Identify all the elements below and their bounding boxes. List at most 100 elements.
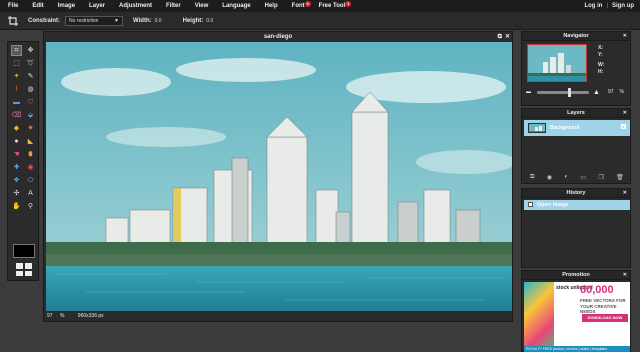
burn-tool-icon[interactable]: ⬮ (25, 149, 36, 160)
close-icon[interactable]: ✕ (505, 34, 510, 40)
login-link[interactable]: Log in (584, 3, 602, 9)
menu-free-tool[interactable]: Free Tool 1 (312, 1, 353, 9)
zoom-value[interactable]: 97 (47, 313, 53, 319)
colorpicker-tool-icon[interactable]: ◍ (25, 84, 36, 95)
marquee-tool-icon[interactable]: ⬚ (11, 58, 22, 69)
spot-heal-tool-icon[interactable]: ❖ (11, 175, 22, 186)
sharpen-tool-icon[interactable]: ◣ (25, 136, 36, 147)
promotion-title: Promotion ✕ (522, 271, 630, 280)
constraint-select[interactable]: No restriction ▼ (65, 15, 123, 26)
zoom-out-icon[interactable]: ▬ (526, 89, 531, 95)
redeye-tool-icon[interactable]: ◉ (25, 162, 36, 173)
text-tool-icon[interactable]: A (25, 188, 36, 199)
layers-title: Layers ✕ (522, 109, 630, 118)
crop-tool-icon (8, 15, 18, 26)
stamp-tool-icon[interactable]: ⛉ (25, 97, 36, 108)
new-layer-icon[interactable]: ❐ (598, 174, 603, 181)
navigator-preview-image (528, 45, 586, 81)
height-label: Height: (182, 17, 204, 24)
zoom-slider-knob[interactable] (568, 87, 572, 97)
replace-tool-icon[interactable]: ◆ (11, 123, 22, 134)
blur-tool-icon[interactable]: ● (11, 136, 22, 147)
navigator-coords: X: Y: W: H: (598, 45, 604, 76)
pencil-tool-icon[interactable]: ✎ (25, 71, 36, 82)
account-links: Log in | Sign up (584, 0, 634, 12)
image-canvas[interactable] (46, 42, 512, 313)
maximize-icon[interactable]: ⧉ (498, 34, 502, 40)
zoom-unit: % (59, 313, 65, 319)
mask-icon[interactable]: ◐ (564, 174, 568, 180)
close-icon[interactable]: ✕ (623, 109, 627, 118)
pinch-tool-icon[interactable]: ✣ (11, 188, 22, 199)
menu-language[interactable]: Language (215, 3, 257, 9)
toolbox: ⌗ ✥ ⬚ ➰ ✦ ✎ ⌇ ◍ ▬ ⛉ ⌫ ⬙ ◆ ✷ ● ◣ ☚ ⬮ ✚ ◉ … (7, 41, 39, 281)
wand-tool-icon[interactable]: ✦ (11, 71, 22, 82)
gradient-tool-icon[interactable]: ▬ (11, 97, 22, 108)
menu-edit[interactable]: Edit (25, 3, 50, 9)
crop-tool-icon[interactable]: ⌗ (11, 45, 22, 56)
layer-visibility-checkbox[interactable]: ✓ (621, 124, 626, 129)
menu-view-label: View (194, 3, 209, 9)
navigator-zoom-unit: % (619, 89, 624, 95)
zoom-slider[interactable] (537, 87, 589, 97)
menu-free-tool-badge: 1 (345, 1, 352, 7)
hand-tool-icon[interactable]: ✋ (11, 201, 22, 212)
history-item-label: Open image (537, 202, 569, 208)
menu-image-label: Image (57, 3, 76, 9)
link-layer-icon[interactable]: ⧉ (530, 174, 534, 181)
eraser-tool-icon[interactable]: ⌫ (11, 110, 22, 121)
zoom-in-icon[interactable]: ▲ (593, 89, 600, 96)
menu-font-badge: 4 (304, 1, 311, 7)
history-title-text: History (566, 190, 586, 196)
menu-adjustment-label: Adjustment (119, 3, 153, 9)
history-item[interactable]: Open image (524, 200, 630, 210)
width-input[interactable]: 0.0 (155, 18, 179, 24)
brush-tool-icon[interactable]: ⌇ (11, 84, 22, 95)
height-input[interactable]: 0.0 (206, 18, 230, 24)
promotion-ad[interactable]: stock unlimited 60,000 FREE VECTORS FOR … (524, 282, 630, 352)
layer-row[interactable]: Background ✓ (524, 120, 630, 136)
dodge-tool-icon[interactable]: ✚ (11, 162, 22, 173)
view-mode-icon[interactable] (16, 263, 32, 276)
close-icon[interactable]: ✕ (623, 32, 627, 41)
menu-filter[interactable]: Filter (159, 3, 188, 9)
menu-filter-label: Filter (166, 3, 181, 9)
ad-artwork (524, 282, 554, 352)
menu-file[interactable]: File (0, 3, 25, 9)
navigator-zoom-value[interactable]: 97 (608, 89, 614, 95)
layer-effects-icon[interactable]: ◉ (547, 174, 552, 181)
layer-preview-image (529, 124, 545, 132)
document-status-bar: 97 % 960x336 px (44, 311, 512, 321)
close-icon[interactable]: ✕ (623, 271, 627, 280)
h-label: H: (598, 69, 604, 75)
promotion-title-text: Promotion (562, 272, 590, 278)
menu-layer[interactable]: Layer (82, 3, 112, 9)
signup-link[interactable]: Sign up (612, 3, 634, 9)
foreground-color-swatch[interactable] (13, 244, 35, 258)
image-dimensions: 960x336 px (77, 313, 104, 319)
ad-download-button[interactable]: DOWNLOAD NOW (582, 314, 628, 322)
y-label: Y: (598, 52, 603, 58)
menu-font[interactable]: Font 4 (285, 1, 312, 9)
menu-image[interactable]: Image (51, 3, 82, 9)
menu-help-label: Help (264, 3, 278, 9)
bloat-tool-icon[interactable]: ⬭ (25, 175, 36, 186)
smudge-tool-icon[interactable]: ☚ (11, 149, 22, 160)
menu-help[interactable]: Help (258, 3, 285, 9)
trash-icon[interactable]: 🗑 (616, 174, 624, 181)
lasso-tool-icon[interactable]: ➰ (25, 58, 36, 69)
bucket-tool-icon[interactable]: ⬙ (25, 110, 36, 121)
menu-adjustment[interactable]: Adjustment (112, 3, 159, 9)
menu-layer-label: Layer (89, 3, 106, 9)
zoom-tool-icon[interactable]: ⚲ (25, 201, 36, 212)
close-icon[interactable]: ✕ (623, 189, 627, 198)
document-controls: ⧉ ✕ (498, 34, 510, 40)
open-image-icon (528, 202, 533, 208)
navigator-thumbnail[interactable] (527, 44, 587, 82)
sponge-tool-icon[interactable]: ✷ (25, 123, 36, 134)
menu-view[interactable]: View (188, 3, 216, 9)
menu-edit-label: Edit (32, 3, 44, 9)
new-folder-icon[interactable]: ▭ (580, 174, 586, 181)
move-tool-icon[interactable]: ✥ (25, 45, 36, 56)
menu-bar: File Edit Image Layer Adjustment Filter … (0, 0, 640, 12)
